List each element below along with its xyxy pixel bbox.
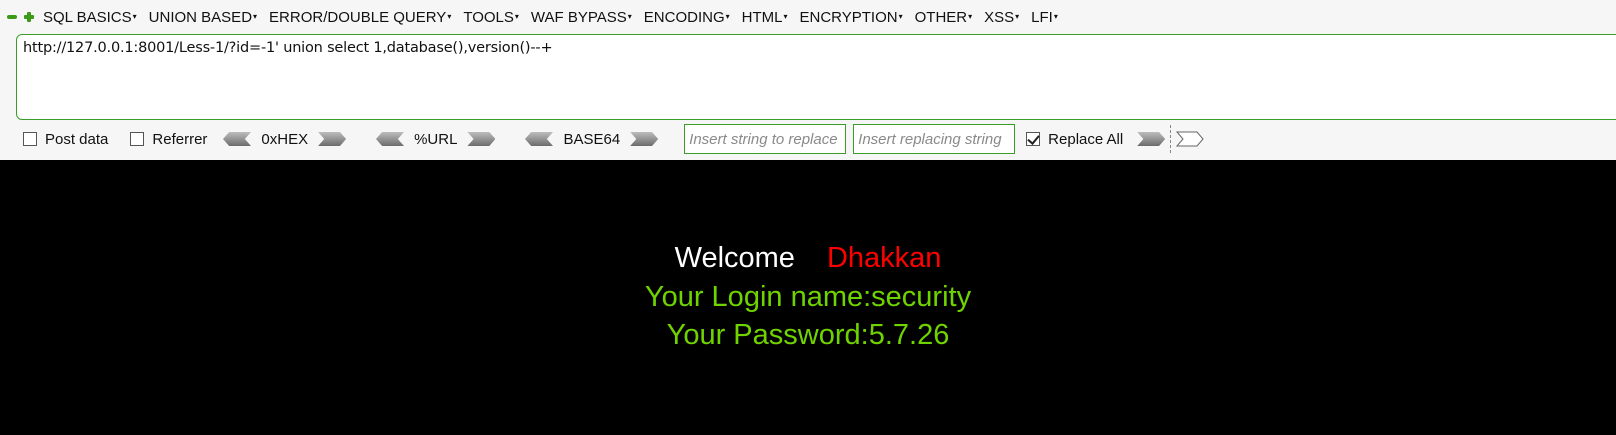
hex-encode-arrow-icon[interactable] bbox=[318, 132, 347, 146]
menu-label: ENCRYPTION bbox=[799, 8, 898, 26]
collapse-icon[interactable] bbox=[7, 15, 17, 19]
menu-encryption[interactable]: ENCRYPTION ▾ bbox=[800, 9, 903, 26]
menu-label: ERROR/DOUBLE QUERY bbox=[269, 8, 447, 26]
menu-error-double-query[interactable]: ERROR/DOUBLE QUERY ▾ bbox=[269, 9, 451, 26]
toolbar-divider bbox=[1170, 125, 1172, 153]
replace-all-checkbox[interactable] bbox=[1026, 132, 1041, 146]
menu-label: LFI bbox=[1031, 8, 1053, 26]
hex-label: 0xHEX bbox=[261, 130, 309, 148]
base64-label: BASE64 bbox=[563, 130, 621, 148]
dropdown-caret-icon: ▾ bbox=[725, 11, 730, 21]
dropdown-caret-icon: ▾ bbox=[627, 11, 632, 21]
dropdown-caret-icon: ▾ bbox=[783, 11, 788, 21]
base64-encode-arrow-icon[interactable] bbox=[630, 132, 659, 146]
menu-items: SQL BASICS ▾ UNION BASED ▾ ERROR/DOUBLE QU… bbox=[43, 9, 1070, 26]
dropdown-caret-icon: ▾ bbox=[1015, 11, 1020, 21]
menu-waf-bypass[interactable]: WAF BYPASS ▾ bbox=[531, 9, 632, 26]
menu-html[interactable]: HTML ▾ bbox=[742, 9, 788, 26]
expand-icon[interactable] bbox=[24, 12, 34, 22]
login-name-line: Your Login name:security bbox=[644, 281, 972, 313]
password-line: Your Password:5.7.26 bbox=[666, 319, 950, 351]
replace-all-label: Replace All bbox=[1048, 130, 1124, 148]
hackbar-toolbar: SQL BASICS ▾ UNION BASED ▾ ERROR/DOUBLE QU… bbox=[0, 0, 1616, 160]
dropdown-caret-icon: ▾ bbox=[968, 11, 973, 21]
url-textarea[interactable]: http://127.0.0.1:8001/Less-1/?id=-1' uni… bbox=[16, 34, 1616, 120]
menu-label: XSS bbox=[984, 8, 1015, 26]
menu-union-based[interactable]: UNION BASED ▾ bbox=[149, 9, 257, 26]
menu-label: OTHER bbox=[914, 8, 968, 26]
menu-other[interactable]: OTHER ▾ bbox=[915, 9, 973, 26]
replace-string-input[interactable] bbox=[684, 124, 847, 154]
dropdown-caret-icon: ▾ bbox=[898, 11, 903, 21]
menu-bar: SQL BASICS ▾ UNION BASED ▾ ERROR/DOUBLE QU… bbox=[0, 0, 1616, 34]
dropdown-caret-icon: ▾ bbox=[514, 11, 519, 21]
menu-encoding[interactable]: ENCODING ▾ bbox=[644, 9, 730, 26]
dropdown-caret-icon: ▾ bbox=[132, 11, 137, 21]
welcome-line: Welcome Dhakkan bbox=[0, 242, 1616, 275]
post-data-label: Post data bbox=[45, 130, 109, 148]
page-content: Welcome Dhakkan Your Login name:security … bbox=[0, 160, 1616, 435]
dropdown-caret-icon: ▾ bbox=[1053, 11, 1058, 21]
url-encode-arrow-icon[interactable] bbox=[467, 132, 496, 146]
hex-decode-arrow-icon[interactable] bbox=[223, 132, 251, 146]
menu-label: HTML bbox=[741, 8, 783, 26]
post-data-checkbox[interactable] bbox=[23, 132, 37, 146]
options-bar: Post data Referrer 0xHEX %URL BASE64 Rep… bbox=[0, 124, 1616, 154]
dropdown-caret-icon: ▾ bbox=[447, 11, 452, 21]
base64-decode-arrow-icon[interactable] bbox=[525, 132, 553, 146]
menu-label: TOOLS bbox=[463, 8, 514, 26]
url-encoding-label: %URL bbox=[414, 130, 458, 148]
menu-label: ENCODING bbox=[643, 8, 725, 26]
url-value: http://127.0.0.1:8001/Less-1/?id=-1' uni… bbox=[23, 40, 553, 56]
referrer-checkbox[interactable] bbox=[130, 132, 145, 146]
referrer-label: Referrer bbox=[152, 130, 208, 148]
menu-label: UNION BASED bbox=[148, 8, 253, 26]
replacing-string-input[interactable] bbox=[853, 124, 1016, 154]
dropdown-caret-icon: ▾ bbox=[253, 11, 258, 21]
menu-lfi[interactable]: LFI ▾ bbox=[1031, 9, 1058, 26]
menu-tools[interactable]: TOOLS ▾ bbox=[463, 9, 519, 26]
replace-arrow-icon[interactable] bbox=[1137, 132, 1166, 146]
menu-label: WAF BYPASS bbox=[530, 8, 627, 26]
menu-sql-basics[interactable]: SQL BASICS ▾ bbox=[43, 9, 137, 26]
user-name: Dhakkan bbox=[826, 242, 942, 274]
welcome-text: Welcome bbox=[674, 242, 795, 274]
menu-label: SQL BASICS bbox=[43, 8, 132, 26]
url-decode-arrow-icon[interactable] bbox=[376, 132, 404, 146]
menu-xss[interactable]: XSS ▾ bbox=[984, 9, 1019, 26]
execute-arrow-icon[interactable] bbox=[1176, 131, 1204, 147]
